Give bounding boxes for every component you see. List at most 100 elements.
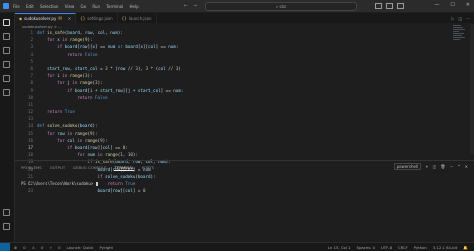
code-line[interactable]: if board[i + start_row][j + start_col] =… <box>37 87 183 94</box>
status-eol[interactable]: CRLF <box>398 245 408 250</box>
code-line[interactable]: for x in range(9): <box>37 36 183 43</box>
tab-settings-json[interactable]: {} settings.json <box>76 13 118 23</box>
menu-help[interactable]: Help <box>129 4 138 9</box>
tab-ports[interactable]: PORTS <box>142 165 154 170</box>
source-control-icon[interactable] <box>3 47 10 54</box>
account-icon[interactable] <box>3 209 10 216</box>
split-editor-icon[interactable]: ◫ <box>458 16 462 21</box>
menu-file[interactable]: File <box>13 4 20 9</box>
minimize-icon[interactable]: — <box>434 2 439 8</box>
back-arrow-icon[interactable]: ← <box>184 3 188 9</box>
menu-bar: File Edit Selection View Go Run Terminal… <box>13 4 144 9</box>
code-line[interactable]: for i in range(3): <box>37 72 183 79</box>
status-warnings[interactable]: 0 <box>41 245 43 250</box>
extensions-icon[interactable] <box>3 75 10 82</box>
status-cursor-position[interactable]: Ln 15, Col 1 <box>328 245 351 250</box>
status-encoding[interactable]: UTF-8 <box>381 245 392 250</box>
command-center-search[interactable]: ⌕ sbz <box>205 1 358 11</box>
code-line[interactable]: for j in range(3): <box>37 79 183 86</box>
code-line[interactable]: return True <box>37 108 183 115</box>
code-line[interactable] <box>37 115 183 122</box>
line-number: 3 <box>30 44 33 50</box>
split-terminal-icon[interactable]: ◫ <box>433 164 437 169</box>
status-indentation[interactable]: Spaces: 4 <box>357 245 375 250</box>
toggle-panel-icon[interactable] <box>386 3 393 9</box>
toggle-secondary-sidebar-icon[interactable] <box>397 3 404 9</box>
code-line[interactable]: def solve_sudoku(board): <box>37 122 183 129</box>
remote-indicator-icon[interactable] <box>0 243 10 251</box>
editor-scrollbar[interactable] <box>470 24 474 154</box>
code-token: for <box>77 152 88 158</box>
menu-terminal[interactable]: Terminal <box>106 4 123 9</box>
code-token: def <box>37 30 48 35</box>
python-file-icon: ◆ <box>19 16 23 21</box>
code-token: if <box>67 87 75 93</box>
search-view-icon[interactable] <box>3 33 10 40</box>
tab-problems[interactable]: PROBLEMS <box>21 165 42 170</box>
activity-bar <box>0 13 15 243</box>
toggle-sidebar-icon[interactable] <box>375 3 382 9</box>
code-line[interactable]: if board[row][x] == num or board[x][col]… <box>37 43 183 50</box>
more-panel-actions-icon[interactable]: ··· <box>449 164 453 169</box>
menu-go[interactable]: Go <box>81 4 87 9</box>
code-line[interactable]: for num in range(1, 10): <box>37 151 183 158</box>
menu-view[interactable]: View <box>65 4 75 9</box>
settings-gear-icon[interactable] <box>3 223 10 230</box>
code-token: num <box>173 87 181 93</box>
menu-edit[interactable]: Edit <box>26 4 34 9</box>
status-pyright[interactable]: Pyright <box>100 245 113 250</box>
menu-selection[interactable]: Selection <box>40 4 58 9</box>
tab-launch-json[interactable]: {} launch.json <box>118 13 157 23</box>
more-actions-icon[interactable]: ··· <box>466 16 470 21</box>
code-token: is_safe <box>47 30 65 35</box>
code-line[interactable]: return False <box>37 94 183 101</box>
minimap[interactable] <box>453 25 467 45</box>
terminal[interactable]: PS C:\Users\Tecon\Work\sudoku> <box>15 171 474 186</box>
code-line[interactable]: start_row, start_col = 3 * (row // 3), 3… <box>37 65 183 72</box>
code-token: in <box>97 152 106 158</box>
menu-run[interactable]: Run <box>92 4 100 9</box>
tab-debug-console[interactable]: DEBUG CONSOLE <box>73 165 106 170</box>
terminal-shell-selector[interactable]: powershell <box>393 163 422 170</box>
tab-sudokusolver[interactable]: ◆ sudokusolver.py M ✕ <box>15 13 77 23</box>
close-window-icon[interactable]: ✕ <box>466 2 470 8</box>
tab-terminal[interactable]: TERMINAL <box>114 165 134 171</box>
line-number: 14 <box>27 123 33 129</box>
code-line[interactable]: for col in range(9): <box>37 137 183 144</box>
run-file-icon[interactable]: ▷ <box>451 16 454 21</box>
close-tab-icon[interactable]: ✕ <box>68 16 71 21</box>
tab-output[interactable]: OUTPUT <box>50 165 65 170</box>
code-line[interactable]: def is_safe(board, row, col, num): <box>37 29 183 36</box>
testing-icon[interactable] <box>3 89 10 96</box>
run-debug-icon[interactable] <box>3 61 10 68</box>
maximize-icon[interactable]: ☐ <box>450 2 454 8</box>
status-errors[interactable]: 0 <box>23 245 25 250</box>
code-token: range <box>69 37 83 43</box>
code-token: col <box>148 44 156 50</box>
code-line[interactable] <box>37 101 183 108</box>
kill-terminal-icon[interactable]: 🗑 <box>440 164 445 169</box>
code-line[interactable]: return False <box>37 51 183 58</box>
status-ports[interactable]: 0 <box>58 245 60 250</box>
notifications-bell-icon[interactable]: 🔔 <box>463 245 468 250</box>
status-interpreter[interactable]: 3.12.1 64-bit <box>433 245 457 250</box>
code-editor[interactable]: 1 2 3 4 5 6 7 8 9 10 11 12 13 14 15 16 17 18 19 20 21 22 23 de… <box>15 29 455 193</box>
explorer-icon[interactable] <box>3 19 10 26</box>
code-token: return <box>77 94 95 100</box>
status-language[interactable]: Python <box>414 245 427 250</box>
json-file-icon: {} <box>121 15 127 21</box>
forward-arrow-icon[interactable]: → <box>193 3 197 9</box>
code-token: ] == <box>155 44 169 50</box>
code-token: row <box>89 145 98 150</box>
new-terminal-icon[interactable]: + <box>425 164 428 169</box>
maximize-panel-icon[interactable]: ^ <box>457 164 460 169</box>
code-token: range <box>69 73 83 79</box>
code-token: board <box>125 44 138 50</box>
code-line[interactable]: if board[row][col] == 0: <box>37 144 183 151</box>
close-panel-icon[interactable]: ✕ <box>465 164 468 169</box>
code-line[interactable]: for row in range(9): <box>37 130 183 137</box>
code-line[interactable] <box>37 58 183 65</box>
code-token: def <box>37 123 48 129</box>
status-launch[interactable]: Launch: Quick <box>67 245 94 250</box>
